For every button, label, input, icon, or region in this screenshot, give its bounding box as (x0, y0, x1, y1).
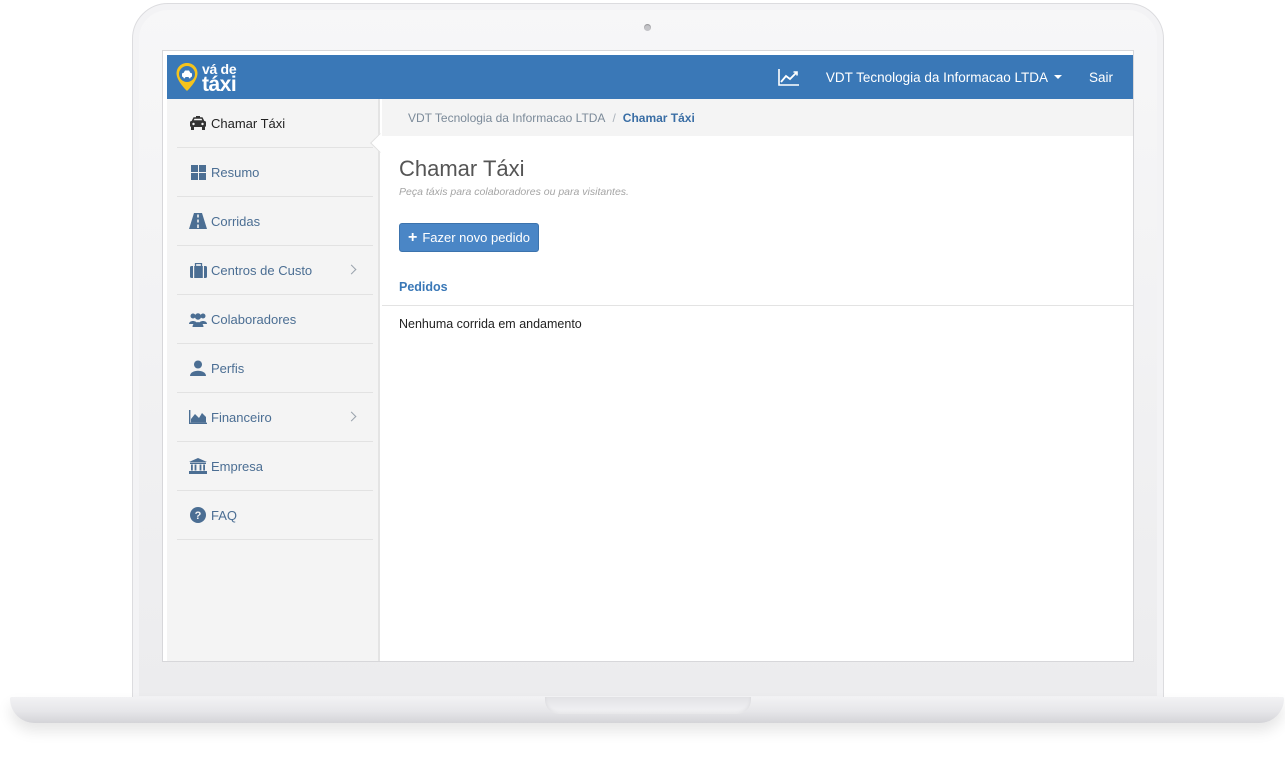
sidebar-item-label: Perfis (211, 360, 245, 376)
sidebar-item-label: Centros de Custo (211, 262, 313, 278)
breadcrumb-separator: / (612, 110, 616, 125)
logo-text-bottom: táxi (202, 72, 237, 96)
taxi-icon (189, 115, 207, 131)
page-subtitle: Peça táxis para colaboradores ou para vi… (399, 186, 629, 198)
question-circle-icon: ? (189, 507, 207, 523)
sidebar-item-chamar-taxi[interactable]: Chamar Táxi (177, 99, 373, 148)
sidebar-item-label: Colaboradores (211, 311, 297, 327)
chevron-right-icon (346, 264, 357, 275)
breadcrumb-item-current: Chamar Táxi (622, 110, 695, 125)
chevron-right-icon (346, 411, 357, 422)
orders-heading: Pedidos (399, 280, 448, 294)
sidebar-item-financeiro[interactable]: Financeiro (177, 393, 373, 442)
sidebar-item-label: FAQ (211, 507, 238, 523)
logo-text: vá de táxi (202, 62, 237, 96)
road-icon (189, 213, 207, 229)
new-order-button-label: Fazer novo pedido (422, 230, 531, 245)
navbar-right: VDT Tecnologia da Informacao LTDA Sair (778, 55, 1133, 99)
logout-link[interactable]: Sair (1089, 70, 1113, 85)
sidebar-item-resumo[interactable]: Resumo (177, 148, 373, 197)
sidebar-item-label: Chamar Táxi (211, 115, 286, 131)
map-pin-icon (175, 62, 199, 92)
briefcase-icon (189, 262, 207, 278)
caret-down-icon (1053, 75, 1062, 79)
new-order-button[interactable]: + Fazer novo pedido (399, 223, 539, 252)
company-name: VDT Tecnologia da Informacao LTDA (825, 69, 1048, 85)
area-chart-icon (189, 409, 207, 425)
sidebar-item-colaboradores[interactable]: Colaboradores (177, 295, 373, 344)
svg-text:?: ? (195, 510, 202, 522)
sidebar-item-faq[interactable]: ? FAQ (177, 491, 373, 540)
sidebar-item-label: Resumo (211, 164, 260, 180)
breadcrumb-item-company[interactable]: VDT Tecnologia da Informacao LTDA (408, 111, 605, 125)
camera-dot (644, 24, 651, 31)
sidebar-item-centros-de-custo[interactable]: Centros de Custo (177, 246, 373, 295)
sidebar-item-label: Financeiro (211, 409, 272, 425)
bank-icon (189, 458, 207, 474)
breadcrumb: VDT Tecnologia da Informacao LTDA / Cham… (382, 99, 1133, 136)
sidebar-item-label: Empresa (211, 458, 264, 474)
sidebar: Chamar Táxi Resumo Corridas Centros de C… (167, 99, 390, 661)
sidebar-item-perfis[interactable]: Perfis (177, 344, 373, 393)
logo[interactable]: vá de táxi (175, 58, 237, 96)
plus-icon: + (407, 229, 418, 246)
sidebar-item-corridas[interactable]: Corridas (177, 197, 373, 246)
active-item-pointer (370, 133, 390, 153)
sidebar-item-label: Corridas (211, 213, 261, 229)
orders-empty-message: Nenhuma corrida em andamento (399, 317, 582, 331)
sidebar-item-empresa[interactable]: Empresa (177, 442, 373, 491)
orders-divider (382, 305, 1133, 306)
dashboard-icon (189, 164, 207, 180)
line-chart-icon[interactable] (778, 68, 800, 86)
laptop-notch (545, 697, 751, 714)
top-navbar: vá de táxi VDT Tecnologia da Informacao … (167, 55, 1133, 99)
users-icon (189, 311, 207, 327)
company-dropdown[interactable]: VDT Tecnologia da Informacao LTDA (826, 70, 1062, 85)
page-title: Chamar Táxi (399, 156, 525, 181)
screen: vá de táxi VDT Tecnologia da Informacao … (162, 50, 1134, 662)
user-icon (189, 360, 207, 376)
